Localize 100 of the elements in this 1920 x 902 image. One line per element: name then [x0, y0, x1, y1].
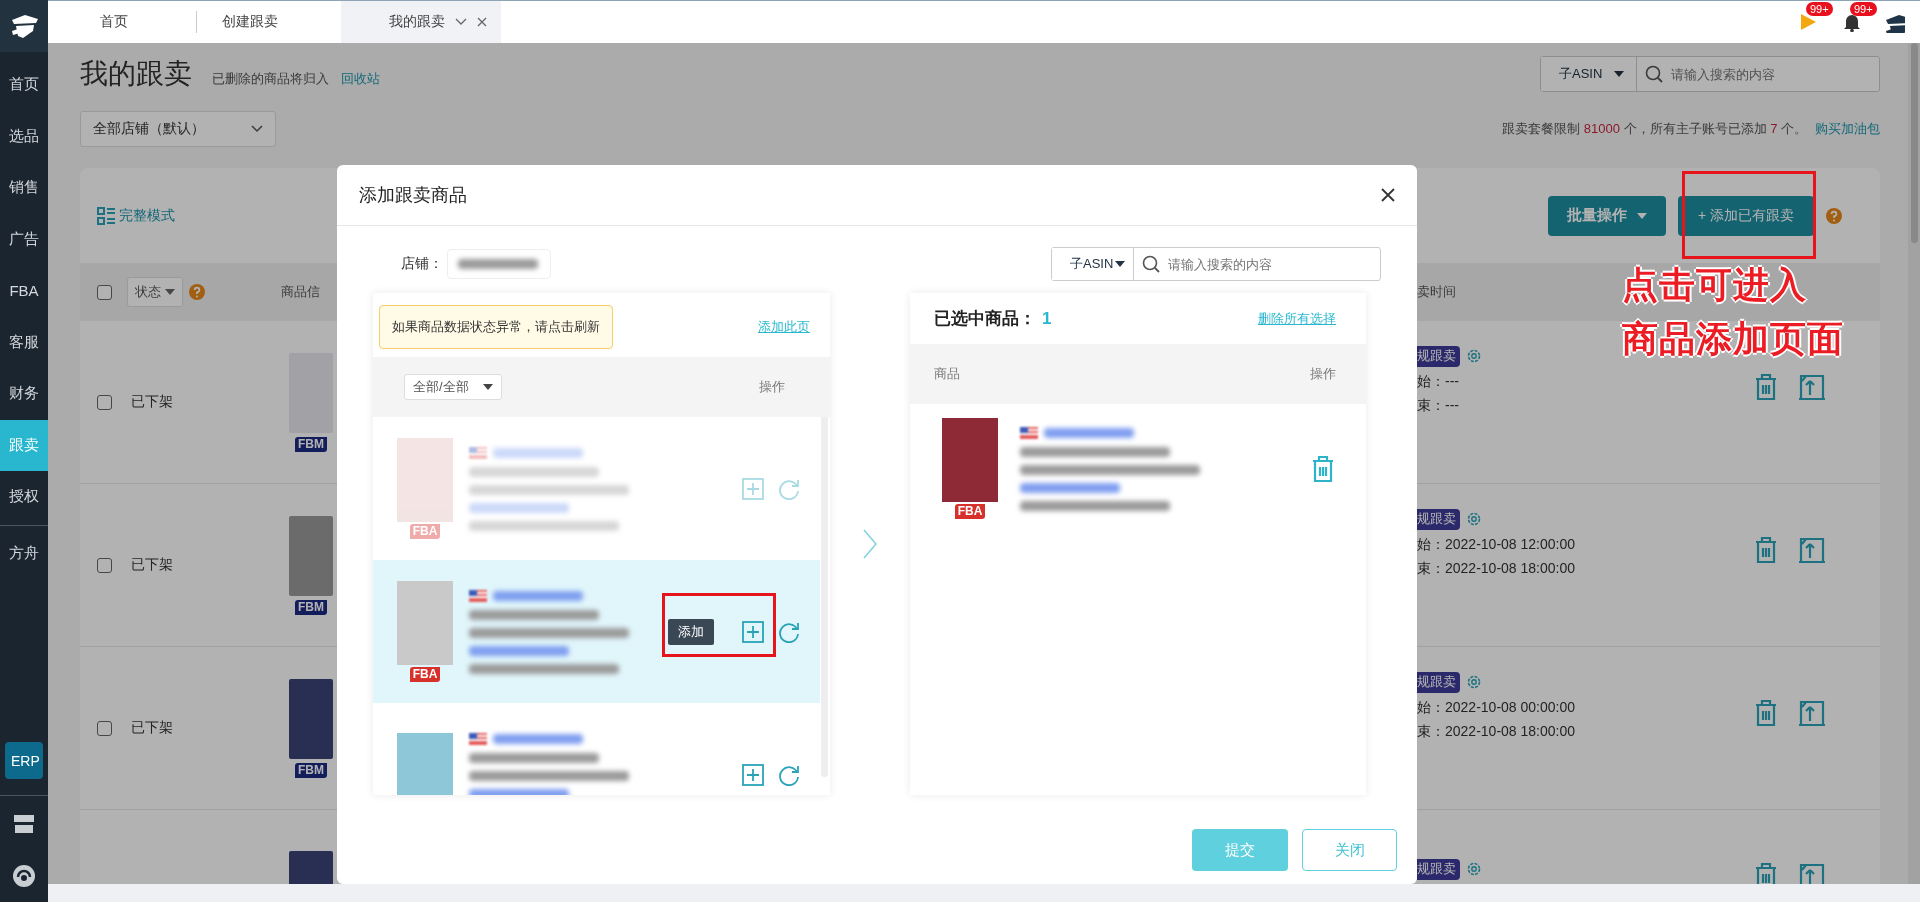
search-icon	[1142, 255, 1161, 273]
close-icon[interactable]	[1381, 188, 1395, 202]
store-label: 店铺：	[401, 255, 443, 273]
checkbox[interactable]	[97, 557, 112, 573]
tooltip: 添加	[668, 618, 714, 645]
column-header: 操作	[1310, 365, 1336, 383]
fulfillment-badge: FBM	[295, 436, 327, 452]
chevron-down-icon[interactable]	[455, 18, 467, 26]
selected-count: 1	[1042, 309, 1052, 329]
page-title: 我的跟卖	[80, 57, 192, 91]
sidebar-item[interactable]: 选品	[0, 110, 48, 162]
column-header: 操作	[759, 378, 785, 396]
gear-icon[interactable]	[1466, 861, 1482, 877]
trash-icon[interactable]	[1753, 373, 1779, 401]
caret-icon	[482, 384, 493, 390]
gear-icon[interactable]	[1466, 511, 1482, 527]
page-subtitle: 已删除的商品将归入	[212, 70, 329, 88]
quota-text: 跟卖套餐限制 81000 个，所有主子账号已添加 7 个。	[1502, 120, 1807, 138]
sidebar-item[interactable]: 客服	[0, 316, 48, 368]
bell-icon[interactable]	[1843, 12, 1861, 32]
search-input[interactable]: 请输入搜索的内容	[1166, 255, 1380, 273]
refresh-icon[interactable]	[778, 763, 800, 786]
fulfillment-badge: FBM	[295, 762, 327, 778]
column-header: 商品	[934, 365, 960, 383]
refresh-icon[interactable]	[778, 477, 800, 500]
add-square-icon[interactable]	[742, 620, 764, 643]
status-text: 已下架	[131, 719, 173, 737]
type-badge: 规跟卖	[1417, 671, 1460, 693]
checkbox[interactable]	[97, 284, 112, 300]
type-badge: 规跟卖	[1417, 345, 1460, 367]
erp-button[interactable]: ERP	[5, 742, 43, 779]
dialog-title: 添加跟卖商品	[359, 184, 467, 207]
tab[interactable]: 首页	[48, 1, 196, 43]
us-flag-icon	[469, 446, 487, 459]
search-field[interactable]: 子ASIN 请输入搜索的内容	[1051, 247, 1381, 281]
selected-count-label: 已选中商品：	[934, 308, 1036, 330]
checkbox[interactable]	[97, 720, 112, 736]
annotation-text: 点击可进入	[1622, 263, 1808, 307]
tab[interactable]: 我的跟卖	[341, 1, 501, 43]
fulfillment-badge: FBA	[409, 667, 441, 682]
sidebar-item[interactable]: FBA	[0, 265, 48, 317]
fulfillment-badge: FBA	[954, 504, 986, 519]
end-time: 束：2022-10-08 18:00:00	[1417, 559, 1575, 578]
type-badge: 规跟卖	[1417, 508, 1460, 530]
us-flag-icon	[469, 732, 487, 745]
column-header: 商品信	[281, 283, 321, 301]
gear-icon[interactable]	[1466, 674, 1482, 690]
sidebar-item[interactable]: 销售	[0, 162, 48, 214]
sidebar-item[interactable]: 方舟	[0, 527, 48, 579]
count-badge: 99+	[1850, 2, 1877, 16]
checkbox[interactable]	[97, 394, 112, 410]
help-icon[interactable]	[1826, 207, 1842, 224]
sidebar-item[interactable]: 财务	[0, 368, 48, 420]
photo-placeholder	[397, 732, 453, 795]
refresh-icon[interactable]	[778, 620, 800, 643]
gear-icon[interactable]	[1466, 348, 1482, 364]
list-view-icon	[97, 206, 115, 225]
refresh-notice: 如果商品数据状态异常，请点击刷新	[379, 305, 613, 349]
chevron-down-icon	[251, 125, 263, 133]
count-badge: 99+	[1806, 2, 1833, 16]
caret-icon	[1636, 212, 1647, 219]
sidebar-item[interactable]: 广告	[0, 213, 48, 265]
tab[interactable]: 创建跟卖	[197, 1, 340, 43]
upload-box-icon[interactable]	[1797, 699, 1827, 727]
trash-icon[interactable]	[1753, 536, 1779, 564]
help-icon[interactable]	[189, 284, 205, 300]
trash-icon[interactable]	[1753, 699, 1779, 727]
store-field[interactable]	[447, 249, 551, 279]
product-row[interactable]: FBA 添加	[373, 560, 820, 703]
fulfillment-badge: FBM	[295, 599, 327, 615]
start-time: 始：---	[1417, 372, 1459, 391]
type-badge: 规跟卖	[1417, 858, 1460, 880]
trash-icon[interactable]	[1753, 862, 1779, 884]
end-time: 束：---	[1417, 396, 1459, 415]
upload-box-icon[interactable]	[1797, 862, 1827, 884]
end-time: 束：2022-10-08 18:00:00	[1417, 722, 1575, 741]
start-time: 始：2022-10-08 12:00:00	[1417, 535, 1575, 554]
upload-box-icon[interactable]	[1797, 536, 1827, 564]
upload-box-icon[interactable]	[1797, 373, 1827, 401]
trash-icon[interactable]	[1310, 454, 1336, 483]
status-filter-dropdown[interactable]: 状态	[127, 277, 183, 307]
caret-icon	[1614, 71, 1625, 77]
fulfillment-badge: FBA	[409, 524, 441, 539]
filter-dropdown[interactable]: 全部/全部	[404, 374, 502, 400]
asin-type-dropdown[interactable]: 子ASIN	[1541, 57, 1638, 91]
store-dropdown[interactable]: 全部店铺（默认）	[80, 111, 276, 147]
status-text: 已下架	[131, 556, 173, 574]
sidebar-item[interactable]: 首页	[0, 59, 48, 111]
caret-icon	[1115, 261, 1126, 267]
flag-icon[interactable]	[1799, 13, 1817, 31]
annotation-text: 商品添加页面	[1622, 317, 1844, 361]
caret-icon	[165, 289, 175, 295]
add-square-icon[interactable]	[742, 763, 764, 786]
chevron-right-icon	[862, 529, 878, 559]
search-field[interactable]: 子ASIN 请输入搜索的内容	[1540, 56, 1880, 92]
sidebar-item[interactable]: 授权	[0, 471, 48, 523]
search-input[interactable]: 请输入搜索的内容	[1669, 65, 1879, 83]
start-time: 始：2022-10-08 00:00:00	[1417, 698, 1575, 717]
scrollbar[interactable]	[1908, 43, 1920, 884]
asin-type-dropdown[interactable]: 子ASIN	[1052, 248, 1135, 280]
